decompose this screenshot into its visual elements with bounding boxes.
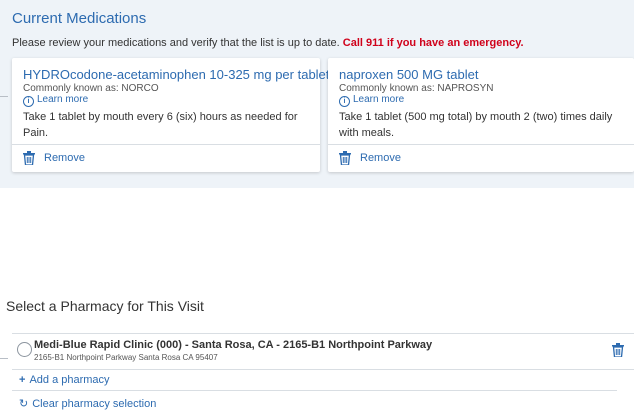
- learn-more-link[interactable]: i Learn more: [339, 94, 404, 107]
- medication-name: naproxen 500 MG tablet: [339, 67, 479, 82]
- medication-known-as: Commonly known as: NAPROSYN: [339, 83, 494, 94]
- current-medications-panel: Current Medications Please review your m…: [0, 0, 634, 188]
- trash-icon: [23, 151, 35, 165]
- medication-card: naproxen 500 MG tablet Commonly known as…: [328, 58, 634, 172]
- medications-notice: Please review your medications and verif…: [12, 37, 524, 49]
- add-pharmacy-link[interactable]: + Add a pharmacy: [19, 374, 110, 386]
- remove-medication-button[interactable]: Remove: [23, 149, 85, 167]
- learn-more-label: Learn more: [37, 94, 89, 105]
- remove-label: Remove: [360, 152, 401, 164]
- clear-pharmacy-link[interactable]: ↻ Clear pharmacy selection: [19, 397, 156, 410]
- info-icon: i: [23, 96, 34, 107]
- pharmacy-radio[interactable]: [17, 342, 32, 357]
- remove-medication-button[interactable]: Remove: [339, 149, 401, 167]
- clear-pharmacy-label: Clear pharmacy selection: [32, 398, 157, 410]
- pharmacy-option[interactable]: Medi-Blue Rapid Clinic (000) - Santa Ros…: [12, 333, 634, 370]
- plus-icon: +: [19, 374, 26, 386]
- trash-icon[interactable]: [612, 343, 624, 362]
- medications-notice-text: Please review your medications and verif…: [12, 37, 343, 49]
- info-icon: i: [339, 96, 350, 107]
- card-divider: [328, 144, 634, 145]
- pharmacy-section-title: Select a Pharmacy for This Visit: [6, 298, 204, 314]
- emergency-warning: Call 911 if you have an emergency.: [342, 37, 524, 49]
- side-tick: [0, 96, 8, 97]
- current-medications-title: Current Medications: [12, 10, 147, 27]
- pharmacy-address: 2165-B1 Northpoint Parkway Santa Rosa CA…: [34, 353, 218, 362]
- pharmacy-name: Medi-Blue Rapid Clinic (000) - Santa Ros…: [34, 339, 433, 351]
- medication-instructions: Take 1 tablet (500 mg total) by mouth 2 …: [339, 111, 613, 139]
- learn-more-label: Learn more: [353, 94, 405, 105]
- medication-instructions: Take 1 tablet by mouth every 6 (six) hou…: [23, 111, 298, 139]
- medication-known-as: Commonly known as: NORCO: [23, 83, 159, 94]
- medication-name: HYDROcodone-acetaminophen 10-325 mg per …: [23, 67, 330, 82]
- add-pharmacy-label: Add a pharmacy: [29, 374, 110, 386]
- refresh-icon: ↻: [19, 398, 29, 410]
- trash-icon: [339, 151, 351, 165]
- learn-more-link[interactable]: i Learn more: [23, 94, 88, 107]
- side-tick: [0, 358, 8, 359]
- medication-card: HYDROcodone-acetaminophen 10-325 mg per …: [12, 58, 329, 172]
- remove-label: Remove: [44, 152, 85, 164]
- row-divider: [12, 390, 617, 391]
- card-divider: [12, 144, 320, 145]
